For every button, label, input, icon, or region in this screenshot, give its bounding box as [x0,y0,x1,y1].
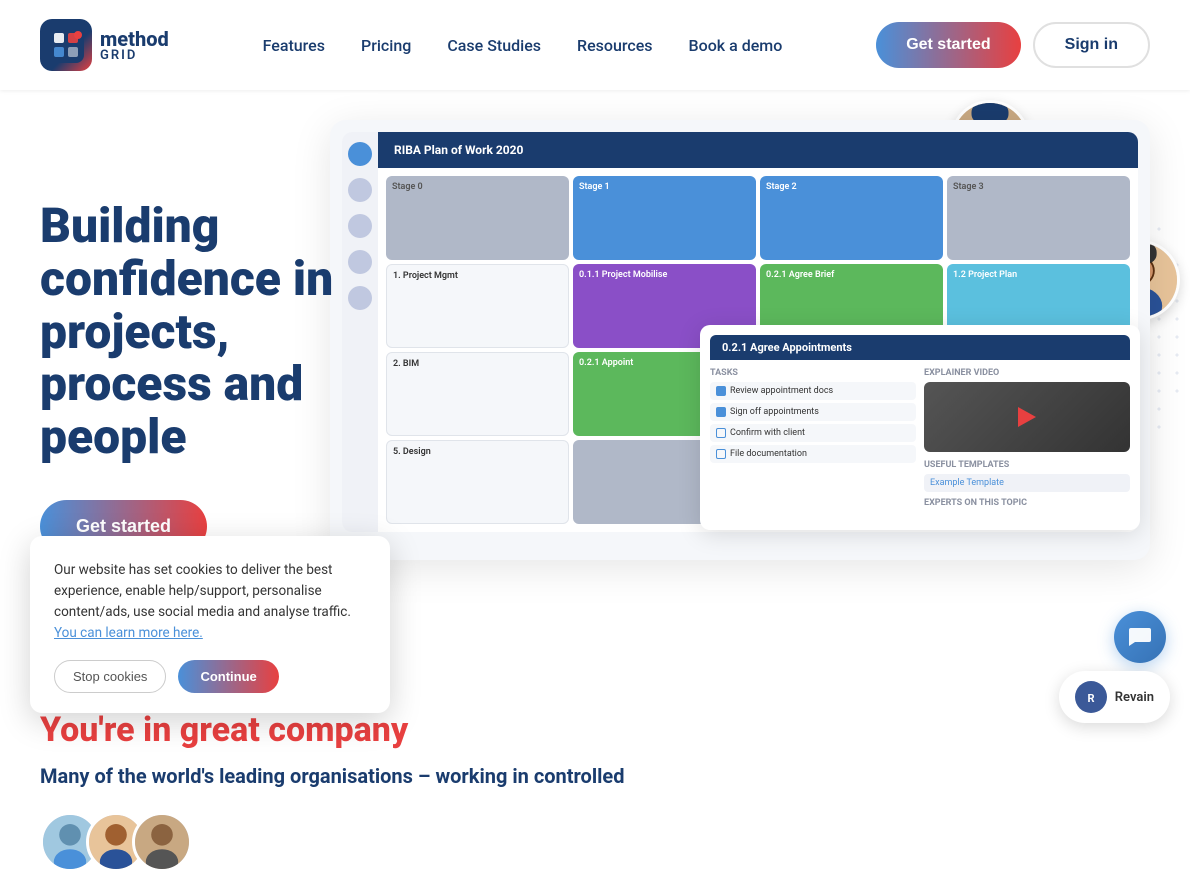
fp-experts-label: Experts on this topic [924,498,1130,508]
hero-left: Building confidence in projects, process… [40,140,360,603]
logo-svg [48,27,84,63]
fp-check-1 [716,386,726,396]
navbar: method GRID Features Pricing Case Studie… [0,0,1190,90]
hero-title-line3: projects, [40,306,360,359]
fp-video-col: Explainer video Useful templates Example… [924,368,1130,512]
nav-book-demo[interactable]: Book a demo [689,36,783,55]
nav-features[interactable]: Features [263,36,325,55]
fp-task-4: File documentation [710,445,916,463]
continue-cookies-button[interactable]: Continue [178,660,278,693]
fp-header: 0.2.1 Agree Appointments [710,335,1130,360]
hero-title: Building confidence in projects, process… [40,200,360,464]
nav-sign-in-button[interactable]: Sign in [1033,22,1150,68]
play-icon [1018,407,1036,427]
fp-tasks-label: Tasks [710,368,916,378]
fp-check-3 [716,428,726,438]
fp-templates-label: Useful templates [924,460,1130,470]
cookie-text-content: Our website has set cookies to deliver t… [54,562,351,620]
cookie-learn-more-link[interactable]: You can learn more here. [54,625,203,641]
dashboard-header-title: RIBA Plan of Work 2020 [394,143,523,157]
nav-get-started-button[interactable]: Get started [876,22,1020,68]
fp-task-2: Sign off appointments [710,403,916,421]
fp-video-thumbnail[interactable] [924,382,1130,452]
great-company-sub: Many of the world's leading organisation… [40,764,1150,788]
hero-title-line2: confidence in [40,253,360,306]
logo-brand1: method [100,29,169,49]
dash-card-1: Stage 0 [386,176,569,260]
dash-card-2: Stage 1 [573,176,756,260]
fp-template-1[interactable]: Example Template [924,474,1130,492]
bottom-av-svg-3 [135,815,189,869]
nav-pricing[interactable]: Pricing [361,36,411,55]
fp-check-4 [716,449,726,459]
hero-title-line4: process and [40,358,360,411]
revain-icon: R [1075,681,1107,713]
cookie-text: Our website has set cookies to deliver t… [54,560,366,644]
floating-task-panel: 0.2.1 Agree Appointments Tasks Review ap… [700,325,1140,530]
hero-title-line1: Building [40,200,360,253]
fp-check-2 [716,407,726,417]
dashboard-mockup: RIBA Plan of Work 2020 Stage 0 Stage 1 S… [330,120,1150,560]
bottom-avatar-3 [132,812,192,872]
logo-text: method GRID [100,29,169,62]
fp-header-title: 0.2.1 Agree Appointments [722,341,1118,354]
dashboard-header: RIBA Plan of Work 2020 [378,132,1138,168]
bottom-avatars [40,812,1150,872]
logo[interactable]: method GRID [40,19,169,71]
fp-tasks-col: Tasks Review appointment docs Sign off a… [710,368,916,512]
hero-right: RIBA Plan of Work 2020 Stage 0 Stage 1 S… [330,120,1150,560]
cookie-actions: Stop cookies Continue [54,660,366,693]
logo-icon [40,19,92,71]
revain-label: Revain [1115,690,1154,705]
dash-card-5: 1. Project Mgmt [386,264,569,348]
stop-cookies-button[interactable]: Stop cookies [54,660,166,693]
dash-card-4: Stage 3 [947,176,1130,260]
hero-title-line5: people [40,411,360,464]
great-company-title: You're in great company [40,710,1150,750]
dash-card-3: Stage 2 [760,176,943,260]
fp-task-3: Confirm with client [710,424,916,442]
nav-resources[interactable]: Resources [577,36,653,55]
chat-icon [1127,624,1153,650]
fp-task-1: Review appointment docs [710,382,916,400]
dash-card-9: 2. BIM [386,352,569,436]
revain-badge[interactable]: R Revain [1059,671,1170,723]
fp-grid: Tasks Review appointment docs Sign off a… [710,360,1130,520]
nav-links: Features Pricing Case Studies Resources … [263,36,783,55]
fp-video-label: Explainer video [924,368,1130,378]
cookie-banner: Our website has set cookies to deliver t… [30,536,390,713]
nav-case-studies[interactable]: Case Studies [447,36,541,55]
nav-actions: Get started Sign in [876,22,1150,68]
svg-text:R: R [1087,692,1094,705]
chat-button[interactable] [1114,611,1166,663]
dash-card-13: 5. Design [386,440,569,524]
